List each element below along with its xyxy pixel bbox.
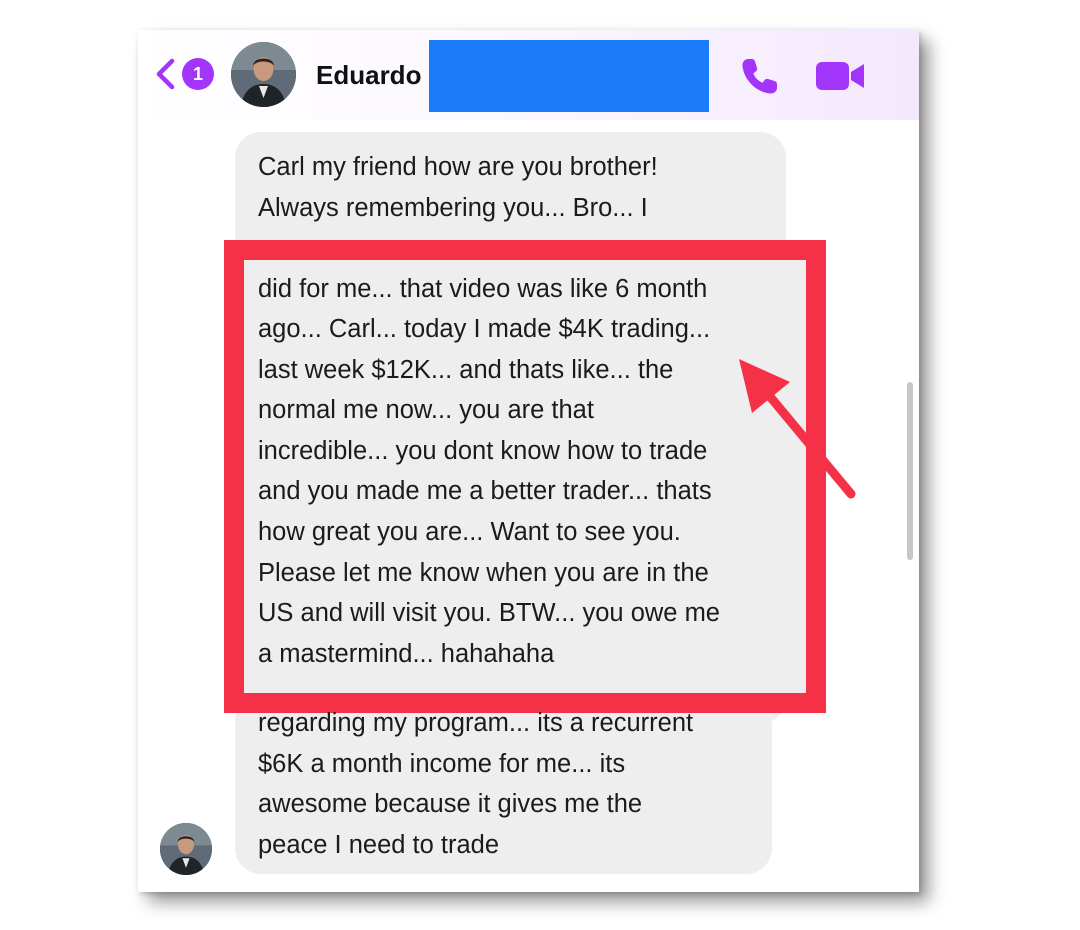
message-text-line: normal me now... you are that xyxy=(258,396,594,424)
phone-icon xyxy=(742,59,777,94)
message-text-line: and you made me a better trader... thats xyxy=(258,477,712,505)
back-button[interactable]: 1 xyxy=(154,56,218,92)
message-text-line: $6K a month income for me... its xyxy=(258,750,626,778)
message-text-line: Always remembering you... Bro... I xyxy=(258,194,648,222)
message-text-line: ago... Carl... today I made $4K trading.… xyxy=(258,315,711,343)
video-call-button[interactable] xyxy=(814,54,868,98)
message-text-line: US and will visit you. BTW... you owe me xyxy=(258,599,720,627)
chat-window: 1 Eduardo Carl my friend how are you bro… xyxy=(138,30,919,892)
message-text-line: regarding my program... its a recurrent xyxy=(258,709,694,737)
sender-avatar[interactable] xyxy=(160,823,212,875)
message-text-line: a mastermind... hahahaha xyxy=(258,640,555,668)
unread-count-badge: 1 xyxy=(182,58,214,90)
message-text-line: awesome because it gives me the xyxy=(258,790,643,818)
chat-header: 1 Eduardo xyxy=(138,30,919,120)
scrollbar[interactable] xyxy=(907,382,913,560)
message-text-line: did for me... that video was like 6 mont… xyxy=(258,275,708,303)
video-camera-icon xyxy=(816,62,864,90)
message-text-line: how great you are... Want to see you. xyxy=(258,518,681,546)
contact-avatar[interactable] xyxy=(231,42,296,107)
person-photo xyxy=(160,823,212,875)
message-text-line: incredible... you dont know how to trade xyxy=(258,437,708,465)
chevron-left-icon xyxy=(156,58,175,90)
call-button[interactable] xyxy=(738,54,782,98)
contact-name[interactable]: Eduardo xyxy=(316,60,421,91)
message-text-line: Please let me know when you are in the xyxy=(258,559,709,587)
person-photo xyxy=(231,42,296,107)
message-text-line: Carl my friend how are you brother! xyxy=(258,153,658,181)
message-text-line: last week $12K... and thats like... the xyxy=(258,356,674,384)
redaction-block xyxy=(429,40,709,112)
message-text-line: peace I need to trade xyxy=(258,831,500,859)
